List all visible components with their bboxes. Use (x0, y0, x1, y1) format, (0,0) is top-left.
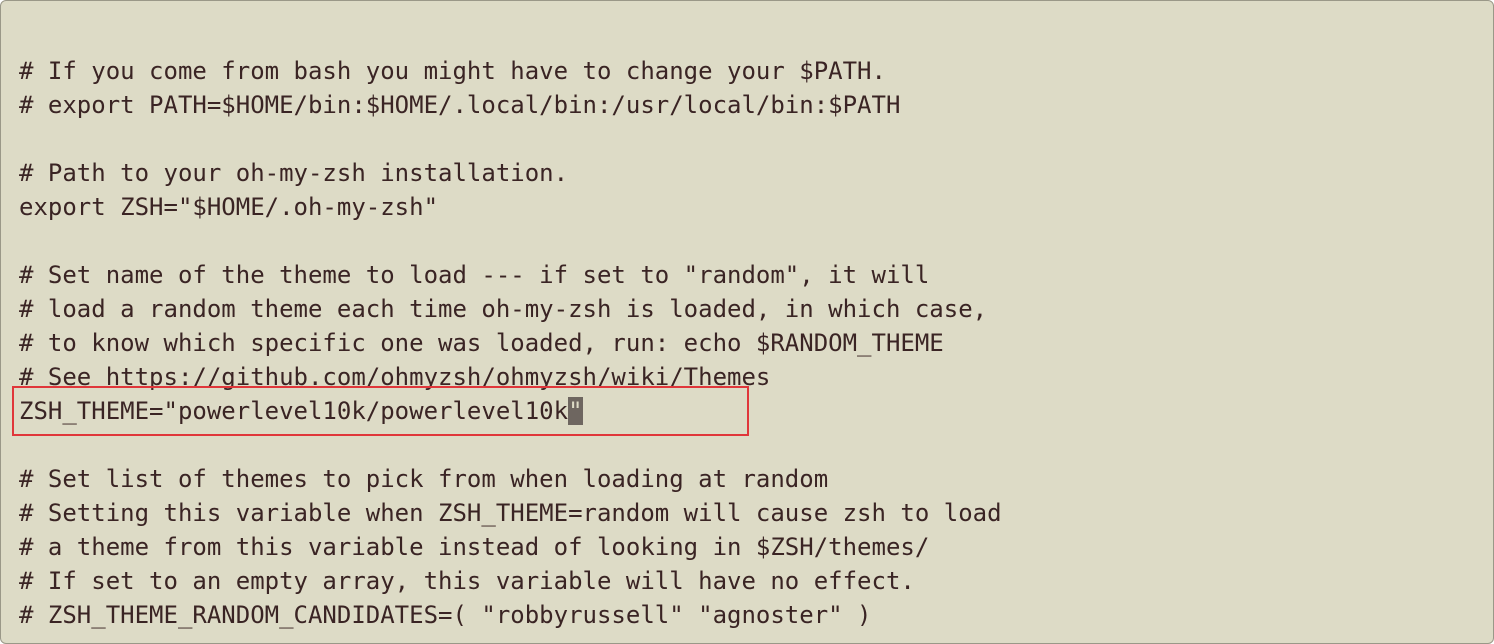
code-line: export ZSH="$HOME/.oh-my-zsh" (19, 193, 439, 221)
code-line: # Set name of the theme to load --- if s… (19, 261, 930, 289)
code-line: # to know which specific one was loaded,… (19, 329, 944, 357)
highlight-box (12, 386, 749, 436)
code-line: # load a random theme each time oh-my-zs… (19, 295, 988, 323)
terminal-window[interactable]: # If you come from bash you might have t… (0, 0, 1494, 644)
zshrc-editor[interactable]: # If you come from bash you might have t… (19, 54, 1002, 632)
code-line: # ZSH_THEME_RANDOM_CANDIDATES=( "robbyru… (19, 601, 872, 629)
code-line: # a theme from this variable instead of … (19, 533, 930, 561)
code-line: # Set list of themes to pick from when l… (19, 465, 829, 493)
code-line: # export PATH=$HOME/bin:$HOME/.local/bin… (19, 91, 901, 119)
code-line: # If you come from bash you might have t… (19, 57, 886, 85)
code-line: # If set to an empty array, this variabl… (19, 567, 915, 595)
code-line: # Setting this variable when ZSH_THEME=r… (19, 499, 1002, 527)
code-line: # Path to your oh-my-zsh installation. (19, 159, 569, 187)
